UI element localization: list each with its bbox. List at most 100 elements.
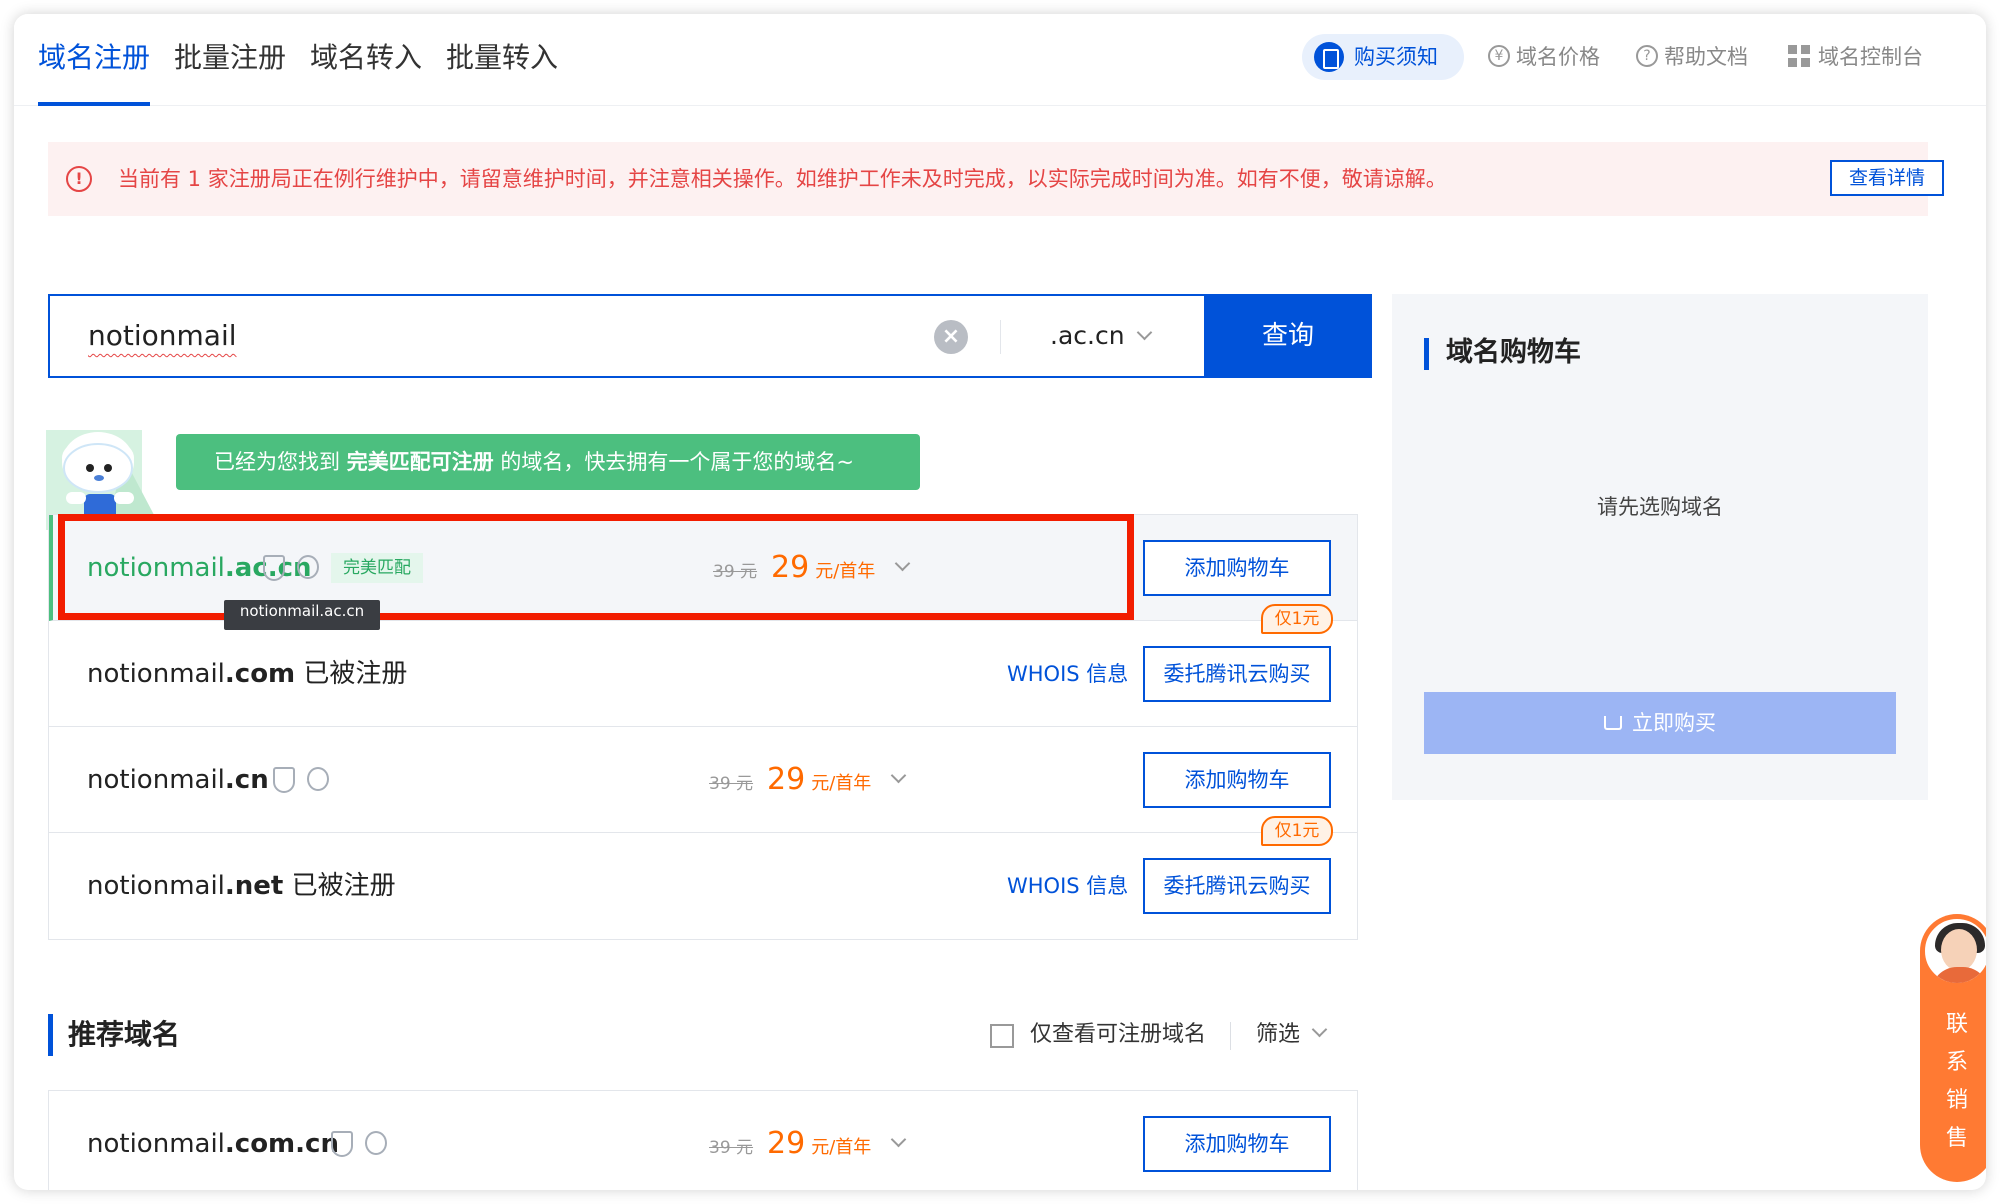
- shield-check-icon: [263, 555, 285, 581]
- app-window: 域名注册 批量注册 域名转入 批量转入 购买须知 ¥ 域名价格 ? 帮助文档 域名控…: [14, 14, 1986, 1190]
- domain-cart: 域名购物车 请先选购域名 立即购买: [1392, 294, 1928, 800]
- tab-batch-register[interactable]: 批量注册: [174, 14, 286, 106]
- shield-icon: [307, 767, 329, 791]
- original-price: 39 元: [713, 562, 758, 582]
- help-docs-link[interactable]: ? 帮助文档: [1636, 34, 1748, 80]
- shield-check-icon: [331, 1131, 353, 1157]
- result-row-cn: notionmail.cn 39 元 29 元/首年 添加购物车: [49, 727, 1357, 833]
- result-row-net: notionmail.net 已被注册 WHOIS 信息 委托腾讯云购买 仅1元: [49, 816, 1357, 939]
- contact-sales-button[interactable]: 联系销售: [1920, 914, 1986, 1182]
- buy-now-button[interactable]: 立即购买: [1424, 692, 1896, 754]
- delegate-purchase-button[interactable]: 委托腾讯云购买: [1143, 858, 1331, 914]
- domain-tooltip: notionmail.ac.cn: [224, 600, 380, 630]
- top-nav: 域名注册 批量注册 域名转入 批量转入 购买须知 ¥ 域名价格 ? 帮助文档 域名控…: [14, 14, 1986, 106]
- help-docs-label: 帮助文档: [1664, 45, 1748, 69]
- shield-icon: [365, 1131, 387, 1155]
- purchase-notice-label: 购买须知: [1354, 45, 1438, 69]
- add-to-cart-button[interactable]: 添加购物车: [1143, 540, 1331, 596]
- whois-link[interactable]: WHOIS 信息: [1007, 621, 1128, 727]
- contact-sales-label: 联系销售: [1945, 1012, 1968, 1151]
- match-banner: 已经为您找到 完美匹配可注册 的域名，快去拥有一个属于您的域名~: [176, 434, 920, 490]
- domain-name: notionmail.com.cn: [87, 1091, 339, 1190]
- domain-price-label: 域名价格: [1516, 45, 1600, 69]
- domain-base: notionmail: [87, 1129, 225, 1159]
- whois-link[interactable]: WHOIS 信息: [1007, 833, 1128, 939]
- cart-empty-text: 请先选购域名: [1597, 495, 1723, 519]
- price-unit: 元/首年: [811, 1137, 872, 1158]
- result-list: notionmail.ac.cn 完美匹配 39 元 29 元/首年 添加购物车 n…: [48, 514, 1358, 940]
- avatar: [1922, 916, 1986, 986]
- chevron-down-icon: [891, 1131, 907, 1148]
- domain-tld: .net: [224, 871, 284, 901]
- yen-icon: ¥: [1488, 45, 1510, 67]
- domain-base: notionmail: [87, 553, 225, 583]
- only-available-label[interactable]: 仅查看可注册域名: [1030, 1010, 1206, 1060]
- search-button[interactable]: 查询: [1204, 294, 1372, 378]
- divider: [1230, 1022, 1231, 1050]
- domain-console-label: 域名控制台: [1818, 45, 1923, 69]
- registered-status: 已被注册: [291, 871, 396, 901]
- suffix-select[interactable]: .ac.cn: [1050, 296, 1152, 376]
- chevron-down-icon: [1311, 1021, 1328, 1038]
- maintenance-notice: ! 当前有 1 家注册局正在例行维护中，请留意维护时间，并注意相关操作。如维护工…: [48, 142, 1944, 216]
- recommended-list: notionmail.com.cn 39 元 29 元/首年 添加购物车: [48, 1090, 1358, 1190]
- price[interactable]: 39 元 29 元/首年: [713, 515, 911, 625]
- notice-text: 当前有 1 家注册局正在例行维护中，请留意维护时间，并注意相关操作。如维护工作未…: [118, 167, 1447, 191]
- price-unit: 元/首年: [815, 561, 876, 582]
- domain-price-link[interactable]: ¥ 域名价格: [1488, 34, 1600, 80]
- shield-icon: [297, 555, 319, 579]
- one-yuan-badge: 仅1元: [1261, 604, 1333, 634]
- banner-suffix: 的域名，快去拥有一个属于您的域名~: [500, 450, 854, 474]
- price[interactable]: 39 元 29 元/首年: [709, 1091, 907, 1190]
- domain-search-box: notionmail × .ac.cn: [48, 294, 1358, 378]
- current-price: 29: [767, 1126, 806, 1161]
- domain-base: notionmail: [87, 871, 225, 901]
- domain-console-link[interactable]: 域名控制台: [1788, 34, 1923, 80]
- search-input[interactable]: notionmail: [88, 296, 237, 376]
- grid-icon: [1788, 45, 1810, 67]
- document-icon: [1314, 42, 1344, 72]
- original-price: 39 元: [709, 1138, 754, 1158]
- question-icon: ?: [1636, 45, 1658, 67]
- only-available-checkbox[interactable]: [990, 1024, 1014, 1048]
- domain-tld: .cn: [224, 765, 269, 795]
- price[interactable]: 39 元 29 元/首年: [709, 727, 907, 837]
- cart-icon: [1604, 716, 1622, 730]
- add-to-cart-button[interactable]: 添加购物车: [1143, 1116, 1331, 1172]
- domain-name: notionmail.net 已被注册: [87, 833, 396, 939]
- view-details-button[interactable]: 查看详情: [1830, 160, 1944, 196]
- original-price: 39 元: [709, 774, 754, 794]
- filter-dropdown[interactable]: 筛选: [1256, 1010, 1328, 1060]
- tab-domain-register[interactable]: 域名注册: [38, 14, 151, 106]
- shield-check-icon: [273, 767, 295, 793]
- current-price: 29: [767, 762, 806, 797]
- recommended-row-com-cn: notionmail.com.cn 39 元 29 元/首年 添加购物车: [49, 1091, 1357, 1190]
- domain-base: notionmail: [87, 659, 225, 689]
- delegate-purchase-button[interactable]: 委托腾讯云购买: [1143, 646, 1331, 702]
- chevron-down-icon: [891, 767, 907, 784]
- tab-batch-transfer[interactable]: 批量转入: [446, 14, 558, 106]
- domain-name: notionmail.com 已被注册: [87, 621, 407, 727]
- buy-now-label: 立即购买: [1632, 711, 1716, 735]
- domain-tld: .com: [224, 659, 296, 689]
- add-to-cart-button[interactable]: 添加购物车: [1143, 752, 1331, 808]
- price-unit: 元/首年: [811, 773, 872, 794]
- cart-title: 域名购物车: [1446, 337, 1581, 368]
- current-price: 29: [771, 550, 810, 585]
- clear-icon[interactable]: ×: [934, 320, 968, 354]
- section-marker: [48, 1014, 53, 1056]
- purchase-notice-button[interactable]: 购买须知: [1302, 34, 1464, 80]
- divider: [1000, 320, 1001, 354]
- warning-icon: !: [66, 166, 92, 192]
- banner-highlight: 完美匹配可注册: [346, 450, 494, 474]
- filter-label: 筛选: [1256, 1022, 1301, 1047]
- section-marker: [1424, 338, 1429, 370]
- tab-domain-transfer[interactable]: 域名转入: [310, 14, 422, 106]
- recommended-title: 推荐域名: [68, 1018, 181, 1051]
- domain-tld: .com.cn: [224, 1129, 339, 1159]
- result-row-com: notionmail.com 已被注册 WHOIS 信息 委托腾讯云购买 仅1元: [49, 604, 1357, 727]
- chevron-down-icon: [895, 555, 911, 572]
- suffix-value: .ac.cn: [1050, 321, 1125, 350]
- registered-status: 已被注册: [303, 659, 408, 689]
- one-yuan-badge: 仅1元: [1261, 816, 1333, 846]
